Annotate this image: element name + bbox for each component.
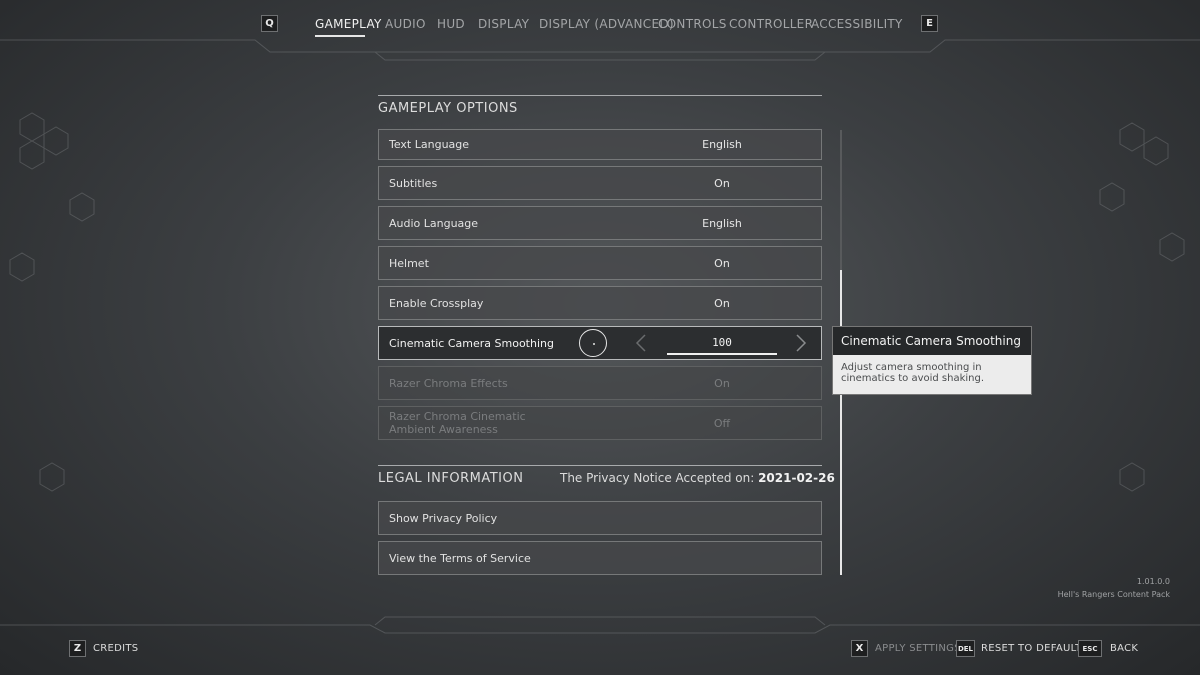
privacy-notice-date: 2021-02-26 — [758, 471, 835, 485]
reset-to-defaults-button[interactable]: RESET TO DEFAULTS — [981, 643, 1088, 654]
option-row-razer-chroma-cinematic: Razer Chroma Cinematic Ambient Awareness… — [378, 406, 822, 440]
tab-controller[interactable]: CONTROLLER — [729, 17, 813, 31]
privacy-notice-prefix: The Privacy Notice Accepted on: — [560, 471, 755, 485]
slider-fill — [667, 353, 777, 355]
back-button[interactable]: BACK — [1110, 643, 1138, 654]
section-divider — [378, 465, 822, 466]
option-value: Off — [713, 416, 731, 430]
tooltip-description: Adjust camera smoothing in cinematics to… — [841, 362, 985, 384]
reset-key[interactable]: DEL — [956, 640, 975, 657]
show-privacy-policy-button[interactable]: Show Privacy Policy — [378, 501, 822, 535]
view-terms-of-service-button[interactable]: View the Terms of Service — [378, 541, 822, 575]
credits-button[interactable]: CREDITS — [93, 643, 138, 654]
section-title-gameplay-options: GAMEPLAY OPTIONS — [378, 101, 518, 116]
chevron-left-icon[interactable] — [635, 333, 647, 357]
option-row-razer-chroma-effects: Razer Chroma Effects On — [378, 366, 822, 400]
option-row-text-language[interactable]: Text Language English — [378, 129, 822, 160]
option-label: Razer Chroma Effects — [389, 376, 508, 390]
option-label: Show Privacy Policy — [389, 511, 498, 525]
active-tab-indicator — [315, 35, 365, 37]
slider-track[interactable] — [667, 353, 777, 355]
option-label: Cinematic Camera Smoothing — [389, 336, 554, 350]
tab-display-advanced[interactable]: DISPLAY (ADVANCED) — [539, 17, 674, 31]
option-label: Subtitles — [389, 176, 438, 190]
cursor-circle — [579, 329, 607, 357]
option-value: On — [714, 296, 730, 310]
tab-controls[interactable]: CONTROLS — [658, 17, 727, 31]
version-number: 1.01.0.0 — [1136, 577, 1170, 586]
tab-gameplay[interactable]: GAMEPLAY — [315, 17, 382, 31]
tooltip-title: Cinematic Camera Smoothing — [833, 327, 1031, 355]
option-label: Razer Chroma Cinematic Ambient Awareness — [389, 410, 526, 436]
option-value: On — [714, 256, 730, 270]
prev-tab-key[interactable]: Q — [261, 15, 278, 32]
chevron-right-icon[interactable] — [795, 333, 807, 357]
tab-display[interactable]: DISPLAY — [478, 17, 529, 31]
privacy-notice-status: The Privacy Notice Accepted on: 2021-02-… — [560, 471, 835, 485]
option-label: View the Terms of Service — [389, 551, 531, 565]
slider-value: 100 — [712, 336, 732, 349]
apply-key[interactable]: X — [851, 640, 868, 657]
credits-key[interactable]: Z — [69, 640, 86, 657]
option-value: English — [702, 138, 742, 151]
tab-accessibility[interactable]: ACCESSIBILITY — [811, 17, 903, 31]
apply-settings-button[interactable]: APPLY SETTINGS — [875, 643, 961, 654]
section-title-legal-information: LEGAL INFORMATION — [378, 471, 524, 486]
option-row-audio-language[interactable]: Audio Language English — [378, 206, 822, 240]
back-key[interactable]: ESC — [1078, 640, 1102, 657]
option-label: Text Language — [389, 138, 470, 151]
option-row-helmet[interactable]: Helmet On — [378, 246, 822, 280]
scrollbar-thumb[interactable] — [840, 270, 842, 575]
option-label-line1: Razer Chroma Cinematic — [389, 410, 526, 423]
option-label: Enable Crossplay — [389, 296, 484, 310]
tab-hud[interactable]: HUD — [437, 17, 465, 31]
option-row-enable-crossplay[interactable]: Enable Crossplay On — [378, 286, 822, 320]
option-value: English — [702, 216, 742, 230]
option-row-subtitles[interactable]: Subtitles On — [378, 166, 822, 200]
section-divider — [378, 95, 822, 96]
option-label-line2: Ambient Awareness — [389, 423, 498, 436]
option-label: Helmet — [389, 256, 429, 270]
option-value: On — [714, 376, 730, 390]
option-value: On — [714, 176, 730, 190]
tab-audio[interactable]: AUDIO — [385, 17, 426, 31]
next-tab-key[interactable]: E — [921, 15, 938, 32]
content-pack-label: Hell's Rangers Content Pack — [1057, 590, 1170, 599]
tooltip: Cinematic Camera Smoothing Adjust camera… — [832, 326, 1032, 395]
option-label: Audio Language — [389, 216, 479, 230]
